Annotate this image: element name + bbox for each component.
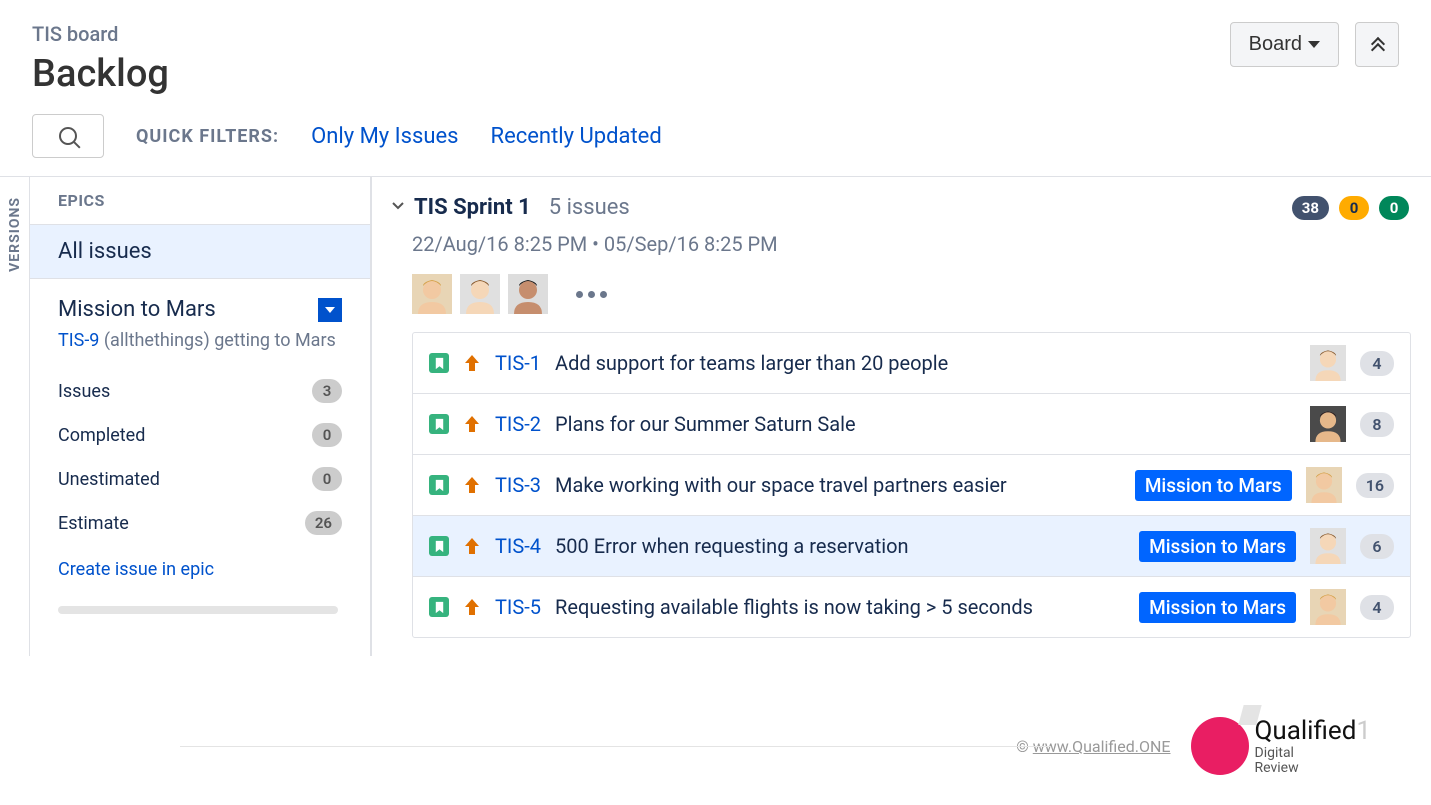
sprint-assignees xyxy=(384,274,1417,332)
epic-summary-rest: (allthethings) getting to Mars xyxy=(99,330,335,351)
epic-key: TIS-9 xyxy=(58,330,99,351)
epic-subtitle[interactable]: TIS-9 (allthethings) getting to Mars xyxy=(58,330,342,351)
issue-estimate: 8 xyxy=(1360,412,1394,437)
issue-estimate: 6 xyxy=(1360,534,1394,559)
footer-divider xyxy=(180,746,1051,747)
priority-up-icon xyxy=(463,475,481,495)
epic-tag[interactable]: Mission to Mars xyxy=(1139,531,1296,562)
assignee-avatar[interactable] xyxy=(1310,345,1346,381)
issue-estimate: 4 xyxy=(1360,351,1394,376)
all-issues-item[interactable]: All issues xyxy=(30,224,370,279)
issues-list: TIS-1 Add support for teams larger than 2… xyxy=(412,332,1411,638)
sprint-dates: 22/Aug/16 8:25 PM • 05/Sep/16 8:25 PM xyxy=(384,220,1417,274)
chevrons-up-icon xyxy=(1370,38,1384,52)
avatar[interactable] xyxy=(508,274,548,314)
issue-row[interactable]: TIS-5 Requesting available flights is now… xyxy=(413,577,1410,637)
logo-sub2: Review xyxy=(1255,761,1372,776)
qualified-logo[interactable]: Qualified1 Digital Review xyxy=(1191,716,1372,777)
versions-panel-tab[interactable]: VERSIONS xyxy=(0,177,30,656)
page-title: Backlog xyxy=(32,52,169,96)
create-issue-in-epic-link[interactable]: Create issue in epic xyxy=(58,545,214,594)
search-button[interactable] xyxy=(32,114,104,158)
caret-down-icon xyxy=(325,307,335,313)
assignee-avatar[interactable] xyxy=(1310,528,1346,564)
estimate-todo: 38 xyxy=(1292,196,1329,220)
issue-summary: Requesting available flights is now taki… xyxy=(555,595,1125,619)
quick-filters-label: QUICK FILTERS: xyxy=(136,126,279,147)
board-dropdown-button[interactable]: Board xyxy=(1230,22,1339,67)
stat-unestimated: Unestimated 0 xyxy=(58,457,342,501)
sprint-issue-count: 5 issues xyxy=(549,195,630,220)
priority-up-icon xyxy=(463,414,481,434)
expand-button[interactable] xyxy=(1355,22,1399,67)
sprint-name[interactable]: TIS Sprint 1 xyxy=(414,195,531,220)
stat-completed-value: 0 xyxy=(312,423,342,447)
issue-key[interactable]: TIS-4 xyxy=(495,534,541,558)
logo-text-1: 1 xyxy=(1356,716,1371,746)
issue-key[interactable]: TIS-2 xyxy=(495,412,541,436)
epic-tag[interactable]: Mission to Mars xyxy=(1135,470,1292,501)
estimate-in-progress: 0 xyxy=(1339,196,1369,220)
priority-up-icon xyxy=(463,536,481,556)
logo-circle-icon xyxy=(1191,717,1249,775)
issue-row[interactable]: TIS-3 Make working with our space travel … xyxy=(413,455,1410,516)
stat-unestimated-value: 0 xyxy=(312,467,342,491)
issue-key[interactable]: TIS-5 xyxy=(495,595,541,619)
story-icon xyxy=(429,414,449,434)
stat-estimate-value: 26 xyxy=(305,511,342,535)
priority-up-icon xyxy=(463,353,481,373)
avatar[interactable] xyxy=(412,274,452,314)
issue-summary: Add support for teams larger than 20 peo… xyxy=(555,351,1296,375)
assignee-avatar[interactable] xyxy=(1310,406,1346,442)
filter-recently-updated[interactable]: Recently Updated xyxy=(491,124,662,149)
epic-block[interactable]: Mission to Mars TIS-9 (allthethings) get… xyxy=(30,279,370,600)
issue-key[interactable]: TIS-3 xyxy=(495,473,541,497)
backlog-content: TIS Sprint 1 5 issues 38 0 0 22/Aug/16 8… xyxy=(372,177,1431,656)
stat-completed: Completed 0 xyxy=(58,413,342,457)
qualified-link[interactable]: www.Qualified.ONE xyxy=(1033,737,1171,756)
caret-down-icon xyxy=(1308,41,1320,48)
epics-heading: EPICS xyxy=(30,177,370,224)
issue-row[interactable]: TIS-4 500 Error when requesting a reserva… xyxy=(413,516,1410,577)
versions-label: VERSIONS xyxy=(7,197,23,272)
stat-issues: Issues 3 xyxy=(58,369,342,413)
issue-summary: Plans for our Summer Saturn Sale xyxy=(555,412,1296,436)
stat-issues-value: 3 xyxy=(312,379,342,403)
stat-estimate: Estimate 26 xyxy=(58,501,342,545)
issue-row[interactable]: TIS-2 Plans for our Summer Saturn Sale 8 xyxy=(413,394,1410,455)
assignee-avatar[interactable] xyxy=(1310,589,1346,625)
estimate-done: 0 xyxy=(1379,196,1409,220)
issue-estimate: 16 xyxy=(1356,473,1394,498)
board-button-label: Board xyxy=(1249,33,1302,56)
logo-sub1: Digital xyxy=(1255,746,1372,761)
priority-up-icon xyxy=(463,597,481,617)
sidebar-scrollbar[interactable] xyxy=(58,606,338,614)
search-icon xyxy=(59,127,77,145)
epic-title: Mission to Mars xyxy=(58,297,216,322)
logo-text-main: Qualified xyxy=(1255,716,1357,746)
epic-tag[interactable]: Mission to Mars xyxy=(1139,592,1296,623)
epic-dropdown-toggle[interactable] xyxy=(318,298,342,322)
footer: © www.Qualified.ONE Qualified1 Digital R… xyxy=(0,696,1431,797)
board-name[interactable]: TIS board xyxy=(32,22,169,46)
issue-summary: Make working with our space travel partn… xyxy=(555,473,1121,497)
issue-estimate: 4 xyxy=(1360,595,1394,620)
issue-summary: 500 Error when requesting a reservation xyxy=(555,534,1125,558)
assignee-avatar[interactable] xyxy=(1306,467,1342,503)
avatar[interactable] xyxy=(460,274,500,314)
issue-key[interactable]: TIS-1 xyxy=(495,351,541,375)
issue-row[interactable]: TIS-1 Add support for teams larger than 2… xyxy=(413,333,1410,394)
story-icon xyxy=(429,597,449,617)
story-icon xyxy=(429,475,449,495)
sprint-estimate-pills: 38 0 0 xyxy=(1292,196,1409,220)
story-icon xyxy=(429,353,449,373)
more-actions-button[interactable] xyxy=(576,291,607,298)
epics-sidebar: EPICS All issues Mission to Mars TIS-9 (… xyxy=(30,177,372,656)
filter-only-my-issues[interactable]: Only My Issues xyxy=(311,124,458,149)
story-icon xyxy=(429,536,449,556)
sprint-collapse-toggle[interactable] xyxy=(392,200,404,216)
